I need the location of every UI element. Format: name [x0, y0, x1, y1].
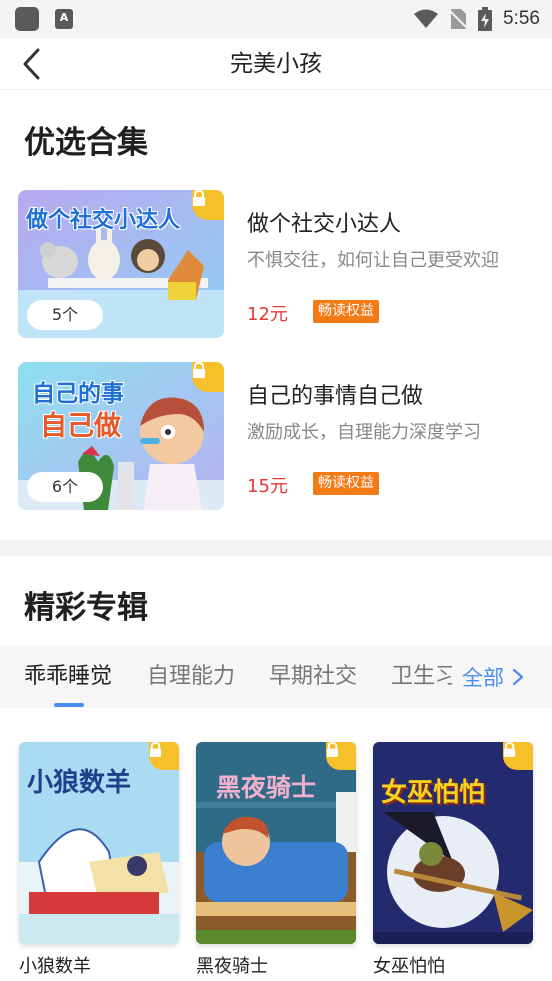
lock-icon — [326, 742, 339, 757]
cover-title-line1: 自己的事 — [32, 381, 124, 407]
no-sim-icon — [449, 9, 468, 29]
album-card[interactable]: 女巫怕怕 女巫怕怕 — [373, 742, 533, 978]
albums-heading: 精彩专辑 — [24, 590, 148, 626]
tab-social[interactable]: 早期社交 — [269, 646, 357, 708]
lock-icon — [193, 362, 205, 378]
collection-title: 做个社交小达人 — [247, 212, 402, 237]
album-name: 黑夜骑士 — [196, 956, 268, 977]
episode-count: 6个 — [27, 472, 103, 502]
active-tab-indicator — [54, 703, 84, 707]
collection-card[interactable]: 做个社交小达人 5个 做个社交小达人 不惧交往，如何让自己更受欢迎 12元 畅读… — [18, 190, 538, 340]
back-button[interactable] — [14, 46, 50, 82]
collection-price: 15元 — [247, 476, 288, 497]
tab-sleep[interactable]: 乖乖睡觉 — [24, 646, 112, 708]
cover-title: 黑夜骑士 — [216, 773, 317, 802]
tab-self-care[interactable]: 自理能力 — [147, 646, 235, 708]
cover-title: 小狼数羊 — [27, 768, 132, 798]
cover-title: 女巫怕怕 — [381, 778, 486, 808]
page-title: 完美小孩 — [230, 51, 322, 77]
clock: 5:56 — [503, 8, 540, 29]
collection-cover: 做个社交小达人 5个 — [18, 190, 224, 338]
section-divider — [0, 540, 552, 556]
collection-desc: 激励成长，自理能力深度学习 — [247, 422, 481, 443]
lock-badge — [503, 742, 533, 770]
lock-badge — [326, 742, 356, 770]
cover-title: 做个社交小达人 — [26, 208, 181, 233]
status-bar: A 5:56 — [0, 0, 552, 38]
app-notification-icon — [15, 7, 39, 31]
status-icons: 5:56 — [413, 5, 540, 33]
album-name: 小狼数羊 — [19, 956, 91, 977]
album-name: 女巫怕怕 — [373, 956, 445, 977]
lock-badge — [149, 742, 179, 770]
lock-badge — [192, 362, 224, 392]
album-cover: 黑夜骑士 — [196, 742, 356, 944]
wifi-icon — [414, 9, 439, 28]
album-cover: 小狼数羊 — [19, 742, 179, 944]
all-label: 全部 — [462, 666, 504, 690]
lock-icon — [193, 190, 205, 206]
text-notification-icon: A — [55, 9, 73, 29]
collection-cover: 自己的事 自己做 6个 — [18, 362, 224, 510]
album-card[interactable]: 黑夜骑士 黑夜骑士 — [196, 742, 356, 978]
lock-icon — [503, 742, 516, 757]
episode-count: 5个 — [27, 300, 103, 330]
chevron-right-icon — [512, 668, 524, 686]
all-categories-button[interactable]: 全部 — [452, 646, 552, 708]
lock-badge — [192, 190, 224, 220]
collection-price: 12元 — [247, 304, 288, 325]
collection-title: 自己的事情自己做 — [247, 384, 424, 409]
cover-title-line2: 自己做 — [40, 411, 121, 442]
chevron-left-icon — [23, 48, 40, 80]
album-cover: 女巫怕怕 — [373, 742, 533, 944]
privilege-badge: 畅读权益 — [313, 472, 379, 495]
collection-card[interactable]: 自己的事 自己做 6个 自己的事情自己做 激励成长，自理能力深度学习 15元 畅… — [18, 362, 538, 512]
tab-hygiene[interactable]: 卫生习 — [391, 646, 457, 708]
privilege-badge: 畅读权益 — [313, 300, 379, 323]
album-card[interactable]: 小狼数羊 小狼数羊 — [19, 742, 179, 978]
battery-charging-icon — [478, 7, 493, 31]
collection-desc: 不惧交往，如何让自己更受欢迎 — [247, 250, 499, 271]
featured-heading: 优选合集 — [24, 125, 148, 161]
nav-bar: 完美小孩 — [0, 38, 552, 90]
lock-icon — [149, 742, 162, 757]
